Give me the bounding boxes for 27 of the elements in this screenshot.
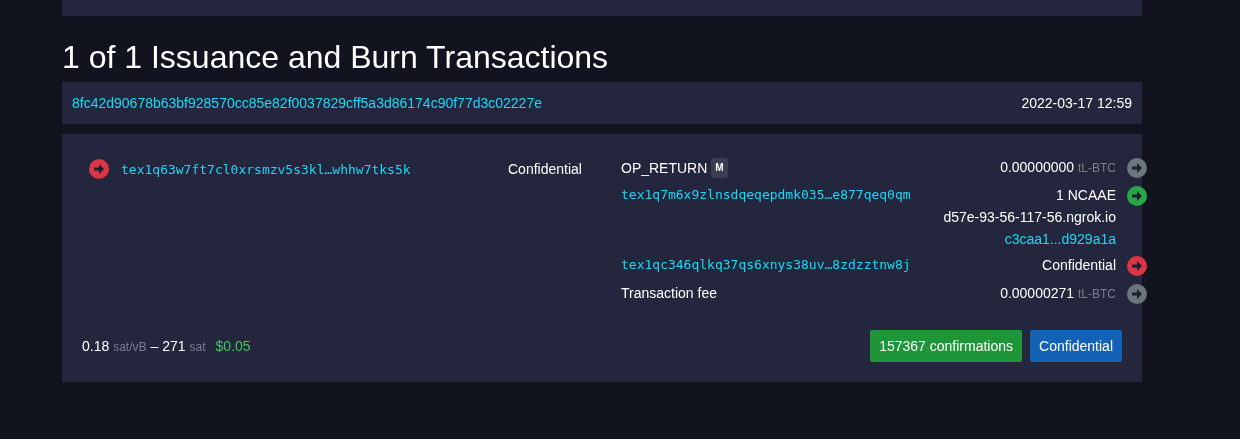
section-title: 1 of 1 Issuance and Burn Transactions bbox=[62, 38, 610, 76]
type-badge: M bbox=[711, 158, 728, 178]
txid-link[interactable]: 8fc42d90678b63bf928570cc85e82f0037829cff5a3d86174c90f77d3c02227e bbox=[72, 95, 542, 111]
arrow-right-icon[interactable] bbox=[1127, 186, 1147, 206]
address-link[interactable]: tex1q7m6x9zlnsdqeqepdmk035…e877qeq0qm bbox=[621, 186, 911, 204]
arrow-right-icon[interactable] bbox=[1127, 158, 1147, 178]
fiat-value: $0.05 bbox=[215, 338, 251, 354]
amount-text: Confidential bbox=[508, 161, 582, 177]
arrow-right-icon[interactable] bbox=[89, 159, 109, 179]
fee-size: 271 sat bbox=[162, 338, 206, 354]
separator-text: – bbox=[150, 338, 159, 354]
output-label: Transaction fee bbox=[621, 284, 717, 302]
output-label: OP_RETURN bbox=[621, 159, 708, 177]
fee-rate: 0.18 sat/vB bbox=[82, 338, 147, 354]
confirmations-badge: 157367 confirmations bbox=[870, 330, 1023, 362]
amount-text: 0.00000000 tL-BTC bbox=[1000, 158, 1116, 177]
amount-text: 1 NCAAE bbox=[1056, 186, 1116, 204]
timestamp: 2022-03-17 12:59 bbox=[1021, 95, 1132, 111]
address-link[interactable]: tex1q63w7ft7cl0xrsmzv5s3kl…whhw7tks5k bbox=[121, 161, 496, 177]
status-badge: Confidential bbox=[1030, 330, 1122, 362]
address-link[interactable]: tex1qc346qlkq37qs6xnys38uv…8zdzztnw8j bbox=[621, 256, 911, 274]
amount-text: 0.00000271 tL-BTC bbox=[1000, 284, 1116, 303]
asset-link[interactable]: c3caa1...d929a1a bbox=[1004, 230, 1116, 248]
arrow-right-icon[interactable] bbox=[1127, 284, 1147, 304]
amount-text: Confidential bbox=[1042, 256, 1116, 274]
arrow-right-icon[interactable] bbox=[1127, 256, 1147, 276]
domain-text: d57e-93-56-117-56.ngrok.io bbox=[943, 208, 1116, 226]
